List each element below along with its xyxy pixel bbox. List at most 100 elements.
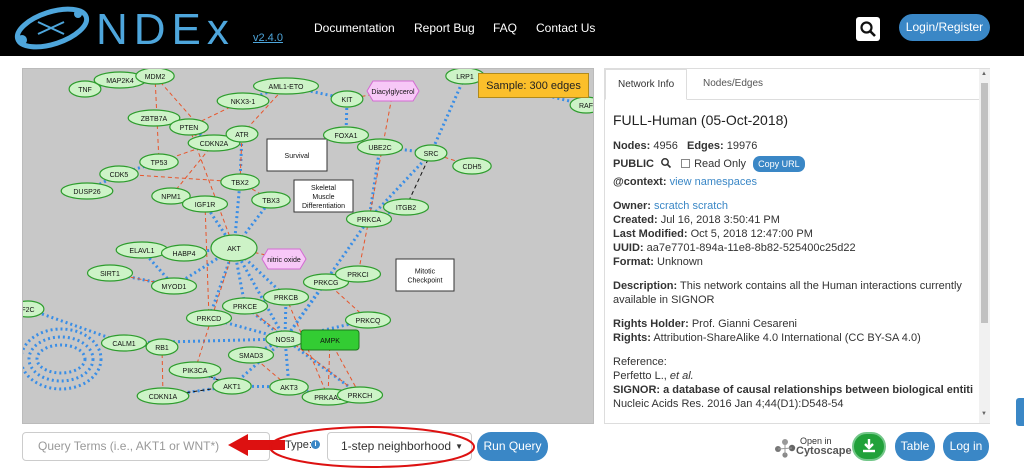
rights-label: Rights: <box>613 332 651 344</box>
network-node[interactable]: F2C <box>23 300 45 318</box>
run-query-button[interactable]: Run Query <box>477 432 548 461</box>
network-node[interactable]: DUSP26 <box>60 182 114 200</box>
network-node[interactable]: PRKCA <box>345 210 393 228</box>
owner-link[interactable]: scratch scratch <box>654 200 728 212</box>
network-edge[interactable] <box>429 75 467 154</box>
nav-documentation[interactable]: Documentation <box>314 21 395 35</box>
network-node[interactable]: PRKCE <box>221 297 269 315</box>
network-node[interactable]: AKT <box>210 234 258 262</box>
network-node[interactable]: IGF1R <box>181 195 229 213</box>
network-node[interactable]: RB1 <box>145 338 179 356</box>
network-node-label: PRKCE <box>233 304 257 311</box>
table-button[interactable]: Table <box>895 432 935 461</box>
network-node-label: PRKCB <box>274 295 298 302</box>
network-node-label: KIT <box>342 97 354 104</box>
network-info-panel: Network Info Nodes/Edges FULL-Human (05-… <box>604 68 990 424</box>
network-node[interactable]: MYOD1 <box>150 277 198 295</box>
network-node[interactable]: AKT1 <box>212 377 252 395</box>
network-node[interactable]: PRKCD <box>185 309 233 327</box>
view-namespaces-link[interactable]: view namespaces <box>670 176 757 188</box>
edges-label: Edges: <box>687 140 724 152</box>
network-node[interactable]: nitric oxide <box>261 248 307 270</box>
network-node[interactable]: CDK5 <box>99 165 139 183</box>
network-node[interactable]: NOS3 <box>265 330 305 348</box>
version-link[interactable]: v2.4.0 <box>253 32 283 44</box>
query-terms-input[interactable]: Query Terms (i.e., AKT1 or WNT*) <box>22 432 270 461</box>
chevron-down-icon: ▼ <box>455 442 463 451</box>
network-node-label: RB1 <box>155 345 169 352</box>
query-type-label: Type: <box>285 439 312 451</box>
nav-report-bug[interactable]: Report Bug <box>414 21 475 35</box>
network-node[interactable]: PRKCQ <box>344 311 392 329</box>
network-node[interactable]: PIK3CA <box>168 361 222 379</box>
network-node[interactable]: MDM2 <box>135 69 175 85</box>
network-node-label: CDK5 <box>110 172 129 179</box>
query-type-select[interactable]: 1-step neighborhood ▼ <box>327 432 472 461</box>
search-button[interactable] <box>856 17 880 41</box>
network-node[interactable]: AML1-ETO <box>253 77 320 95</box>
network-node[interactable]: ITGB2 <box>382 198 430 216</box>
tab-nodes-edges[interactable]: Nodes/Edges <box>691 69 775 100</box>
uuid-label: UUID: <box>613 242 644 254</box>
network-node[interactable]: FOXA1 <box>322 126 370 144</box>
network-node[interactable]: PTEN <box>169 118 209 136</box>
network-node[interactable]: SIRT1 <box>86 264 134 282</box>
nav-faq[interactable]: FAQ <box>493 21 517 35</box>
log-in-button[interactable]: Log in <box>943 432 989 461</box>
network-node[interactable]: RAF <box>569 96 594 114</box>
network-node[interactable]: CALM1 <box>100 334 148 352</box>
read-only-checkbox[interactable] <box>681 159 691 168</box>
open-in-cytoscape-link[interactable]: Open in Cytoscape <box>796 436 852 457</box>
network-canvas[interactable]: Survival Skeletal Muscle Differentiation Mit… <box>22 68 594 424</box>
info-icon[interactable]: i <box>311 440 320 449</box>
tab-network-info[interactable]: Network Info <box>605 69 688 100</box>
edges-count: 19976 <box>726 140 758 152</box>
scroll-down-icon[interactable]: ▼ <box>981 411 987 417</box>
network-node[interactable]: AMPK <box>300 329 360 351</box>
network-node-label: PTEN <box>180 125 199 132</box>
nav-contact-us[interactable]: Contact Us <box>536 21 595 35</box>
network-edge[interactable] <box>204 203 210 319</box>
network-node[interactable]: TBX3 <box>251 191 291 209</box>
network-node[interactable]: PRKCB <box>262 288 310 306</box>
network-node-label: F2C <box>23 307 35 314</box>
query-type-value: 1-step neighborhood <box>341 439 452 453</box>
download-button[interactable] <box>852 432 886 461</box>
network-node[interactable]: CDH5 <box>452 157 492 175</box>
network-node[interactable]: UBE2C <box>356 138 404 156</box>
network-node-label: TNF <box>78 87 92 94</box>
scrollbar-thumb[interactable] <box>981 83 988 323</box>
ndex-logo[interactable]: NDEx <box>8 4 258 52</box>
network-box-node[interactable]: Mitotic Checkpoint <box>395 258 455 292</box>
network-node[interactable]: NKX3-1 <box>216 92 270 110</box>
network-node[interactable]: CDKN1A <box>136 387 190 405</box>
network-node[interactable]: ATR <box>225 125 259 143</box>
network-node[interactable]: HABP4 <box>160 244 208 262</box>
network-node[interactable]: PRKCI <box>334 265 382 283</box>
search-icon[interactable] <box>660 157 672 169</box>
scroll-up-icon[interactable]: ▲ <box>981 71 987 77</box>
login-register-button[interactable]: Login/Register <box>899 14 990 41</box>
network-node[interactable]: AKT3 <box>269 378 309 396</box>
reference-title: SIGNOR: a database of causal relationshi… <box>613 384 973 396</box>
network-node[interactable]: SMAD3 <box>227 346 275 364</box>
network-node[interactable]: PRKCH <box>336 386 384 404</box>
network-box-node[interactable]: Skeletal Muscle Differentiation <box>293 179 354 213</box>
network-box-node[interactable]: Survival <box>266 138 328 172</box>
network-edge[interactable] <box>35 343 87 375</box>
copy-url-button[interactable]: Copy URL <box>753 156 805 172</box>
feedback-tab[interactable] <box>1016 398 1024 426</box>
network-graph[interactable]: Survival Skeletal Muscle Differentiation Mit… <box>23 69 594 424</box>
network-node[interactable]: Diacylglycerol <box>366 80 420 102</box>
network-node-label: CALM1 <box>112 341 135 348</box>
network-node-label: AMPK <box>320 338 340 345</box>
network-node-label: TBX3 <box>262 198 280 205</box>
network-node[interactable]: TP53 <box>139 153 179 171</box>
panel-scrollbar[interactable]: ▲ ▼ <box>979 69 990 423</box>
network-node[interactable]: TBX2 <box>220 173 260 191</box>
network-node[interactable]: SRC <box>414 144 448 162</box>
network-node-label: PRKCQ <box>356 318 381 325</box>
network-node[interactable]: KIT <box>330 90 364 108</box>
network-node[interactable]: ELAVL1 <box>115 241 169 259</box>
network-node-label: PRKCD <box>197 316 222 323</box>
